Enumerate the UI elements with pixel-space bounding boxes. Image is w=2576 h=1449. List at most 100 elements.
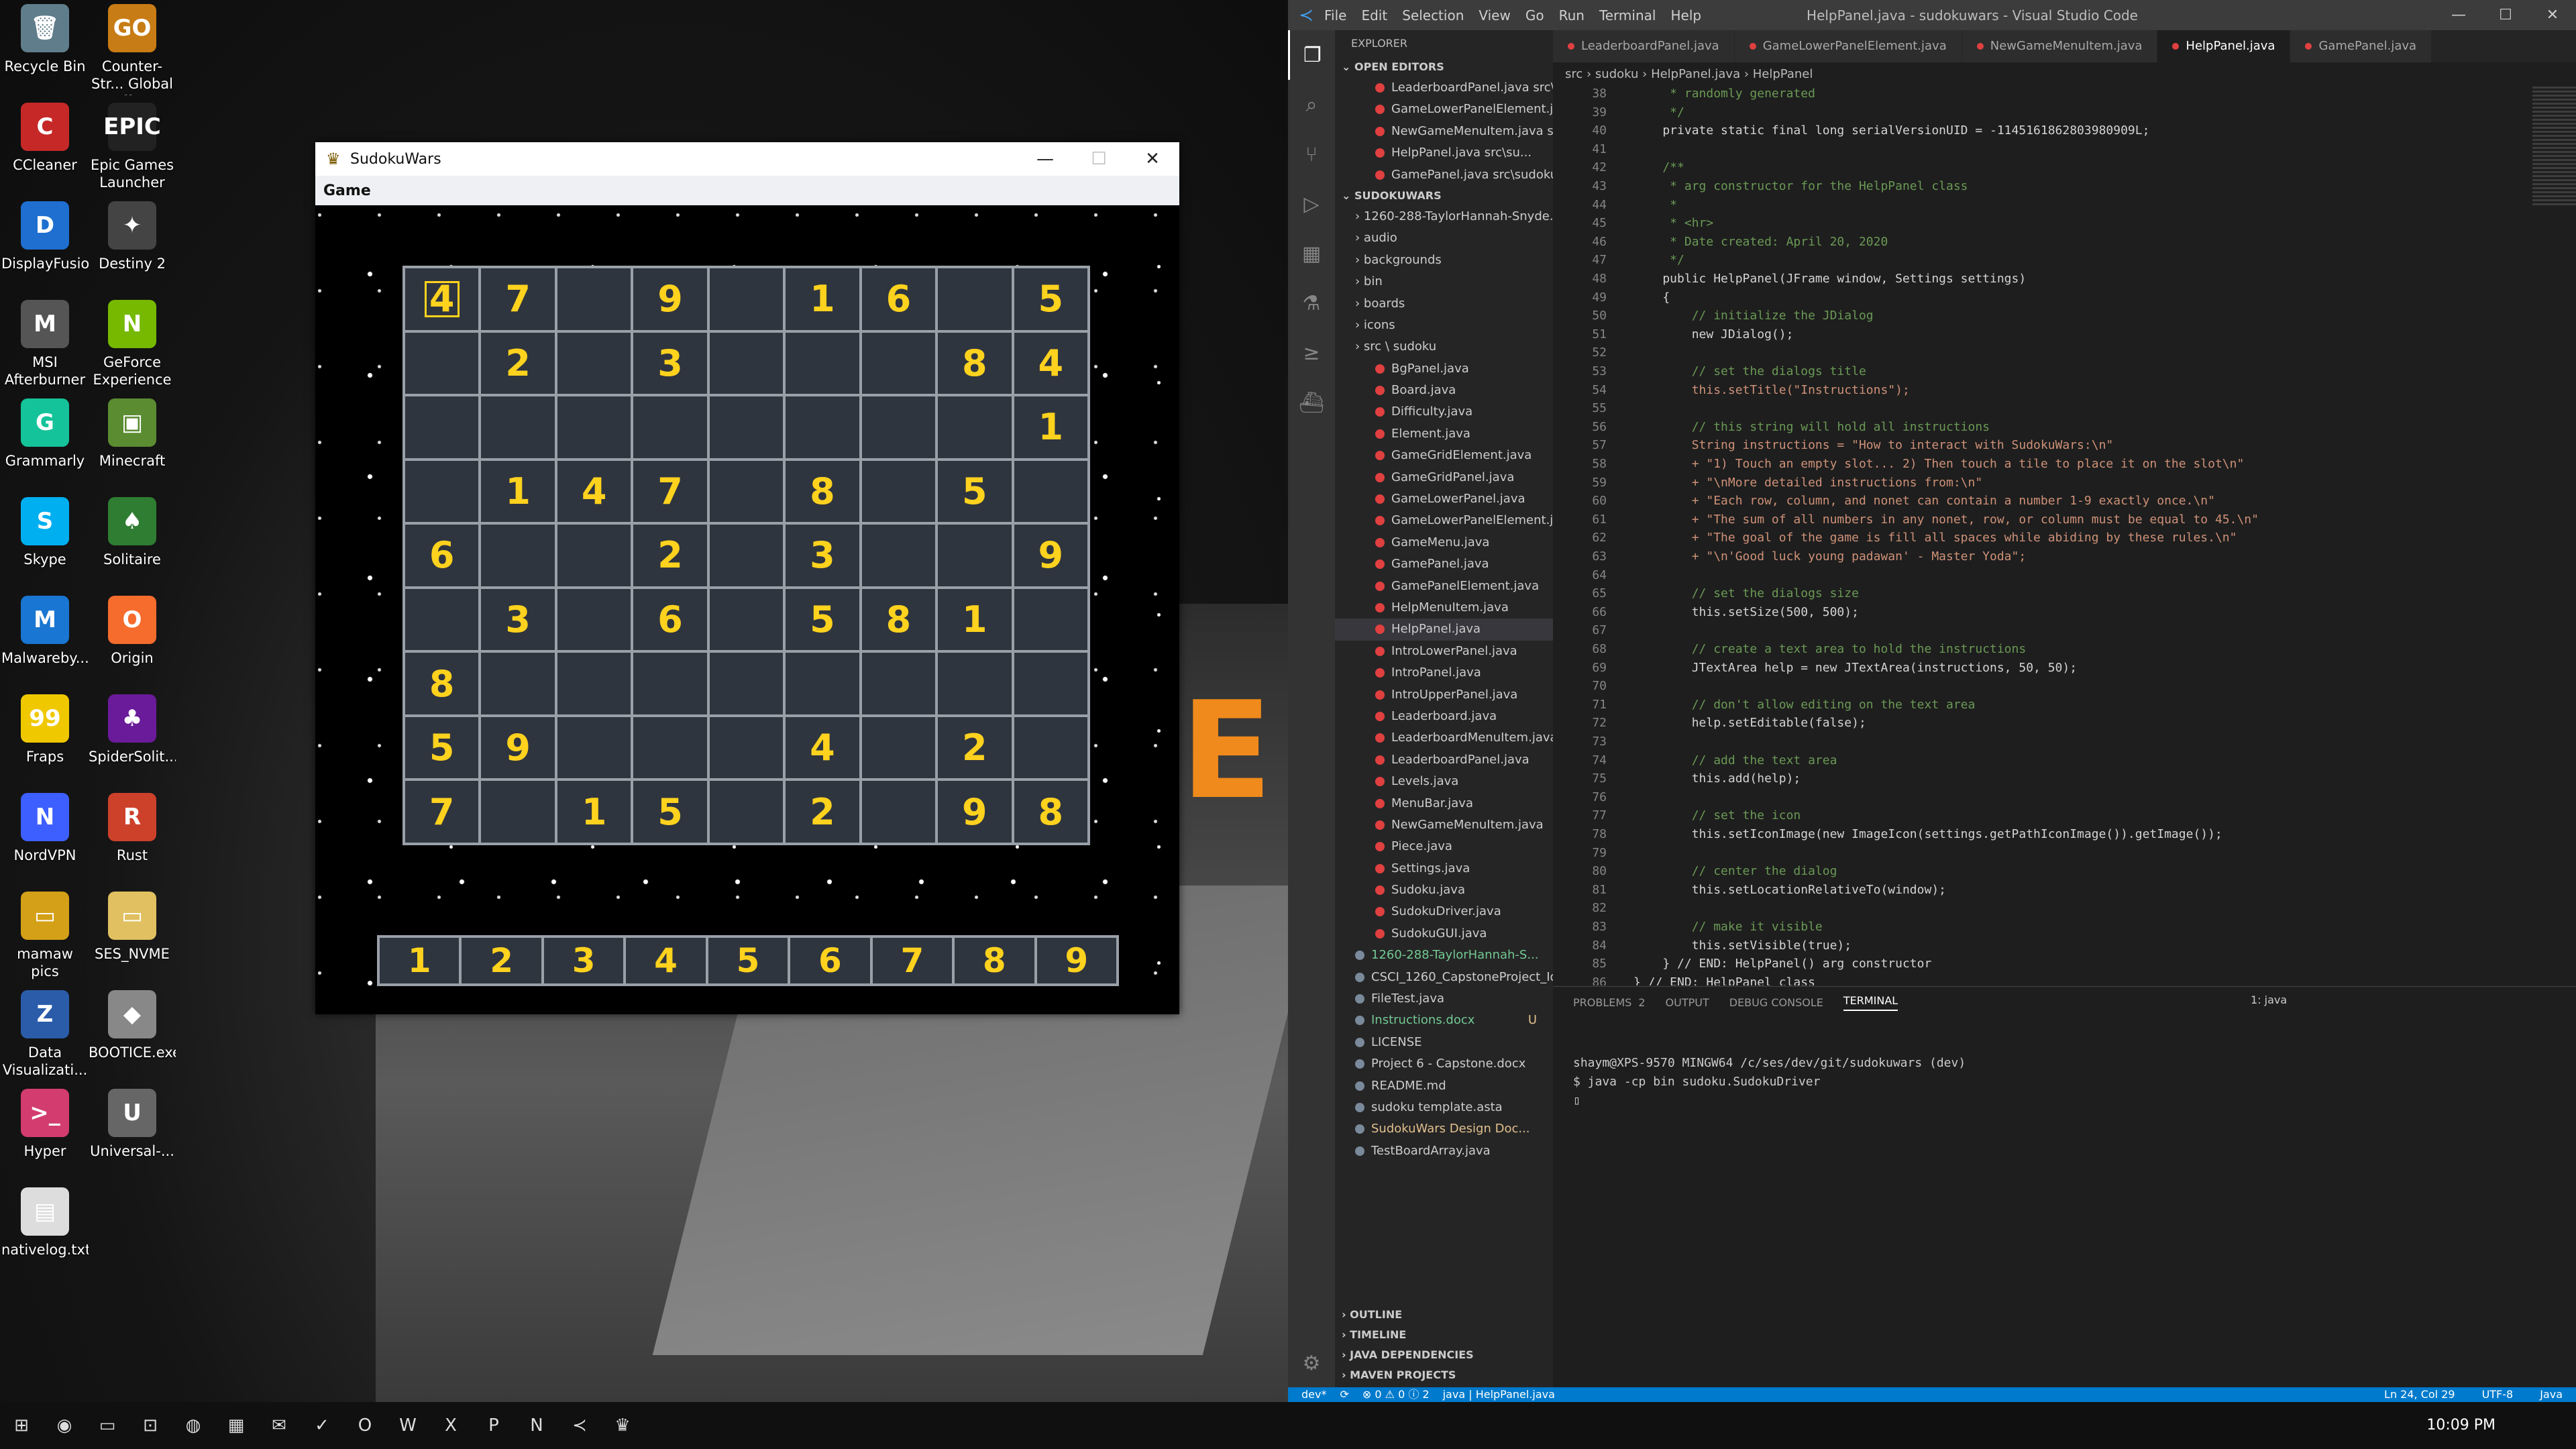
folder-item[interactable]: › bin — [1335, 271, 1553, 292]
grid-cell[interactable] — [1012, 587, 1089, 652]
grid-cell[interactable] — [632, 395, 708, 460]
desktop-icon[interactable]: U Universal-... — [89, 1089, 176, 1183]
number-tile[interactable]: 3 — [542, 936, 625, 985]
grid-cell[interactable]: 3 — [480, 587, 556, 652]
folder-item[interactable]: › audio — [1335, 227, 1553, 249]
status-item[interactable]: Ln 24, Col 29 — [2384, 1387, 2455, 1402]
desktop-icon[interactable]: ▭ mamaw pics — [1, 892, 89, 985]
terminal-icon[interactable]: ≥ — [1288, 328, 1335, 378]
grid-cell[interactable]: 8 — [784, 459, 861, 524]
grid-cell[interactable] — [936, 523, 1013, 588]
number-tile[interactable]: 1 — [378, 936, 461, 985]
desktop-icon[interactable]: EPIC Epic Games Launcher — [89, 103, 176, 197]
menu-item[interactable]: Help — [1670, 7, 1701, 23]
desktop-icon[interactable]: ♠ Solitaire — [89, 497, 176, 591]
code-editor[interactable]: 38 * randomly generated 39 */ 40 private s… — [1553, 87, 2532, 985]
file-item[interactable]: NewGameMenuItem.java — [1335, 814, 1553, 836]
terminal-select[interactable]: 1: java — [2251, 994, 2287, 1006]
grid-cell[interactable] — [404, 459, 480, 524]
sudokuwars-taskbar-icon[interactable]: ♛ — [601, 1402, 644, 1449]
desktop-icon[interactable]: M Malwareby... — [1, 596, 89, 690]
calendar-icon[interactable]: ▦ — [215, 1402, 258, 1449]
taskbar-clock[interactable]: 10:09 PM — [2426, 1402, 2496, 1449]
file-item[interactable]: LeaderboardMenuItem.java — [1335, 727, 1553, 749]
grid-cell[interactable] — [708, 459, 785, 524]
file-item[interactable]: GameGridElement.java — [1335, 445, 1553, 466]
grid-cell[interactable]: 6 — [632, 587, 708, 652]
file-item[interactable]: GameLowerPanel.java — [1335, 488, 1553, 510]
status-item[interactable]: Java — [2540, 1387, 2563, 1402]
open-editor-item[interactable]: NewGameMenuItem.java sr... — [1335, 121, 1553, 142]
grid-cell[interactable] — [860, 715, 937, 780]
editor-tab[interactable]: HelpPanel.java — [2157, 30, 2291, 62]
grid-cell[interactable]: 5 — [404, 715, 480, 780]
desktop-icon[interactable]: 99 Fraps — [1, 694, 89, 788]
file-item[interactable]: Levels.java — [1335, 771, 1553, 792]
grid-cell[interactable] — [480, 651, 556, 716]
desktop-icon[interactable]: Z Data Visualizati... — [1, 990, 89, 1084]
sidebar-section[interactable]: › OUTLINE — [1335, 1305, 1553, 1325]
vscode-taskbar-icon[interactable]: ≺ — [558, 1402, 601, 1449]
file-item[interactable]: GamePanel.java — [1335, 553, 1553, 575]
folder-item[interactable]: › backgrounds — [1335, 250, 1553, 271]
grid-cell[interactable]: 5 — [632, 780, 708, 844]
file-item[interactable]: HelpMenuItem.java — [1335, 597, 1553, 619]
taskbar-app-icon[interactable]: ◉ — [43, 1402, 86, 1449]
desktop-icon[interactable]: N NordVPN — [1, 793, 89, 887]
grid-cell[interactable] — [784, 395, 861, 460]
root-file-item[interactable]: TestBoardArray.java — [1335, 1140, 1553, 1162]
outlook-icon[interactable]: O — [343, 1402, 386, 1449]
grid-cell[interactable] — [555, 715, 633, 780]
editor-tab[interactable]: GameLowerPanelElement.java — [1734, 30, 1962, 62]
file-item[interactable]: MenuBar.java — [1335, 793, 1553, 814]
file-item[interactable]: Piece.java — [1335, 836, 1553, 857]
open-editor-item[interactable]: HelpPanel.java src\su...M — [1335, 142, 1553, 164]
grid-cell[interactable] — [860, 331, 937, 396]
open-editors-section[interactable]: ⌄ OPEN EDITORS — [1335, 57, 1553, 77]
excel-icon[interactable]: X — [429, 1402, 472, 1449]
editor-tab[interactable]: GamePanel.java — [2290, 30, 2432, 62]
grid-cell[interactable]: 1 — [784, 267, 861, 331]
onenote-icon[interactable]: N — [515, 1402, 558, 1449]
grid-cell[interactable]: 6 — [860, 267, 937, 331]
number-tile[interactable]: 6 — [789, 936, 871, 985]
file-item[interactable]: Element.java — [1335, 423, 1553, 445]
grid-cell[interactable]: 1 — [936, 587, 1013, 652]
grid-cell[interactable] — [404, 587, 480, 652]
grid-cell[interactable] — [708, 395, 785, 460]
grid-cell[interactable] — [555, 587, 633, 652]
file-item[interactable]: HelpPanel.java — [1335, 619, 1553, 641]
menu-item[interactable]: File — [1324, 7, 1346, 23]
grid-cell[interactable]: 8 — [1012, 780, 1089, 844]
menu-item[interactable]: Terminal — [1599, 7, 1656, 23]
folder-item[interactable]: › icons — [1335, 315, 1553, 336]
desktop-icon[interactable]: M MSI Afterburner — [1, 300, 89, 394]
file-item[interactable]: Leaderboard.java — [1335, 706, 1553, 727]
root-file-item[interactable]: README.md — [1335, 1075, 1553, 1097]
desktop-icon[interactable]: D DisplayFusion — [1, 201, 89, 295]
project-section[interactable]: ⌄ SUDOKUWARS — [1335, 186, 1553, 206]
file-item[interactable]: BgPanel.java — [1335, 358, 1553, 380]
desktop-icon[interactable]: ▤ nativelog.txt — [1, 1187, 89, 1281]
grid-cell[interactable]: 3 — [632, 331, 708, 396]
sidebar-section[interactable]: › JAVA DEPENDENCIES — [1335, 1345, 1553, 1365]
grid-cell[interactable]: 9 — [480, 715, 556, 780]
todo-icon[interactable]: ✓ — [301, 1402, 343, 1449]
grid-cell[interactable]: 8 — [860, 587, 937, 652]
close-button[interactable]: ✕ — [2529, 0, 2576, 30]
start-button-icon[interactable]: ⊞ — [0, 1402, 43, 1449]
grid-cell[interactable]: 1 — [480, 459, 556, 524]
grid-cell[interactable]: 2 — [632, 523, 708, 588]
grid-cell[interactable]: 5 — [936, 459, 1013, 524]
open-editor-item[interactable]: GameLowerPanelElement.j... — [1335, 99, 1553, 120]
menu-item[interactable]: Edit — [1361, 7, 1387, 23]
desktop-icon[interactable]: ✦ Destiny 2 — [89, 201, 176, 295]
grid-cell[interactable] — [708, 780, 785, 844]
grid-cell[interactable] — [480, 395, 556, 460]
open-editor-item[interactable]: LeaderboardPanel.java src\... — [1335, 77, 1553, 99]
editor-tab[interactable]: NewGameMenuItem.java — [1962, 30, 2158, 62]
grid-cell[interactable]: 9 — [936, 780, 1013, 844]
grid-cell[interactable] — [708, 331, 785, 396]
number-tile[interactable]: 7 — [871, 936, 954, 985]
root-file-item[interactable]: Instructions.docx U — [1335, 1010, 1553, 1031]
